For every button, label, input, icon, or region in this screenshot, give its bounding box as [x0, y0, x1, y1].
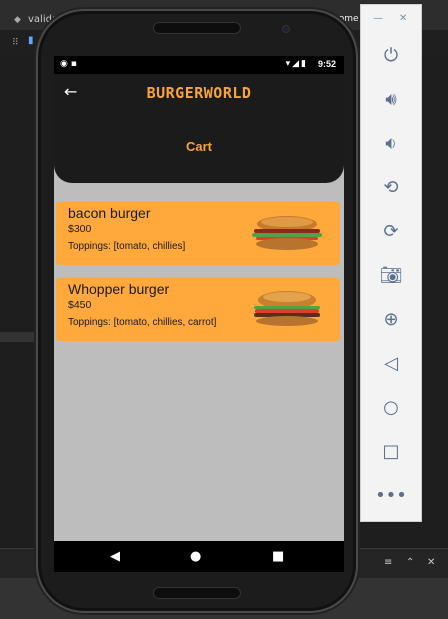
cart-item[interactable]: bacon burger $300 Toppings: [tomato, chi… [56, 202, 340, 265]
list-icon[interactable]: ≡ [384, 557, 392, 568]
status-time: 9:52 [317, 59, 336, 69]
nav-back-icon[interactable]: ◀ [110, 549, 120, 564]
app-header: ← BURGERWORLD Cart [54, 74, 344, 183]
cart-item[interactable]: Whopper burger $450 Toppings: [tomato, c… [56, 278, 340, 341]
breadcrumb-icon: ▮ [28, 35, 34, 46]
close-icon[interactable]: ✕ [427, 557, 435, 568]
burger-image [252, 216, 322, 250]
power-icon[interactable]: ⏻ [361, 45, 421, 66]
speaker-top [153, 22, 241, 34]
ide-highlight-line [0, 332, 40, 342]
rotate-left-icon[interactable]: ⟲ [361, 177, 421, 198]
overview-icon[interactable]: □ [361, 441, 421, 462]
cart-item-toppings: Toppings: [tomato, chillies, carrot] [68, 317, 217, 328]
android-status-bar: ◉ ▪ ▾◢▮ 9:52 [54, 56, 344, 74]
cart-item-price: $450 [68, 299, 92, 311]
close-icon[interactable]: ✕ [399, 13, 407, 24]
burger-image [254, 291, 320, 326]
nav-overview-icon[interactable]: ■ [272, 549, 284, 564]
zoom-icon[interactable]: ⊕ [361, 309, 421, 330]
minimize-icon[interactable]: — [373, 13, 383, 24]
page-title: Cart [185, 139, 212, 154]
cart-item-name: Whopper burger [68, 281, 170, 297]
home-icon[interactable]: ○ [361, 397, 421, 418]
camera-icon[interactable]: 📷︎ [361, 265, 421, 286]
volume-up-icon[interactable]: 🔊︎ [361, 89, 421, 110]
volume-down-icon[interactable]: 🔉︎ [361, 133, 421, 154]
speaker-bottom [153, 587, 241, 599]
nav-home-icon[interactable]: ● [190, 549, 201, 564]
cart-item-price: $300 [68, 223, 92, 235]
notification-icons: ◉ ▪ [60, 59, 77, 69]
android-nav-bar: ◀ ● ■ [54, 541, 344, 572]
brand-logo: BURGERWORLD [146, 84, 252, 102]
phone-screen: ◉ ▪ ▾◢▮ 9:52 ← BURGERWORLD Cart bacon bu… [54, 56, 344, 541]
file-icon: ◆ [14, 15, 21, 25]
more-icon[interactable]: ••• [361, 485, 421, 506]
phone-frame: ◉ ▪ ▾◢▮ 9:52 ← BURGERWORLD Cart bacon bu… [36, 9, 358, 613]
chevron-up-icon[interactable]: ⌃ [406, 557, 414, 568]
signal-battery-icons: ▾◢▮ [285, 59, 308, 69]
ide-editor-gutter [0, 56, 40, 576]
cart-item-name: bacon burger [68, 205, 151, 221]
front-camera [282, 25, 290, 33]
cart-item-toppings: Toppings: [tomato, chillies] [68, 241, 186, 252]
grip-icon: ⠿ [12, 38, 19, 48]
emulator-toolbar: — ✕ ⏻ 🔊︎ 🔉︎ ⟲ ⟳ 📷︎ ⊕ ◁ ○ □ ••• [360, 4, 422, 522]
rotate-right-icon[interactable]: ⟳ [361, 221, 421, 242]
back-icon[interactable]: ◁ [361, 353, 421, 374]
